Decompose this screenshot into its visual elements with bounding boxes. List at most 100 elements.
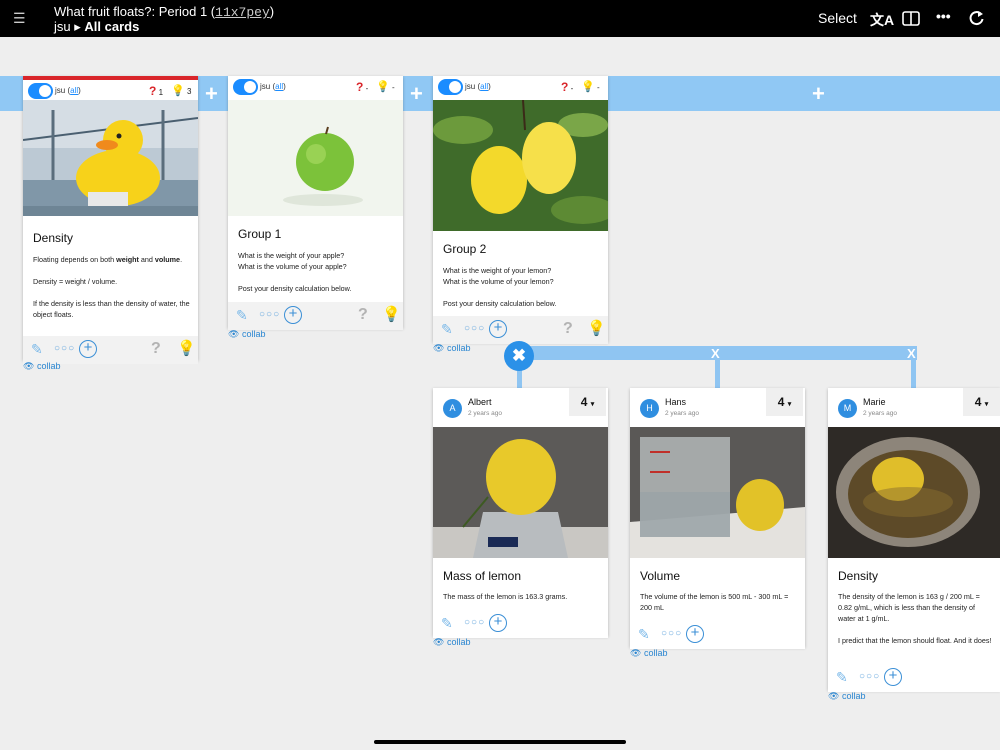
avatar: H: [640, 399, 659, 418]
all-link[interactable]: all: [70, 86, 78, 95]
lightbulb-icon: 💡: [581, 81, 595, 93]
response-card[interactable]: M Marie 2 years ago 4 ▾ Density The dens…: [828, 388, 1000, 692]
card-footer: ✎ ○○○ +: [433, 610, 608, 638]
pencil-icon[interactable]: ✎: [836, 669, 848, 686]
breadcrumb-user[interactable]: jsu: [54, 19, 71, 34]
question-icon[interactable]: ?: [151, 340, 161, 358]
card-body-line: Density = weight / volume.: [33, 277, 118, 286]
vote-selector[interactable]: 4 ▾: [766, 388, 803, 416]
pencil-icon[interactable]: ✎: [31, 341, 43, 358]
page-title: What fruit floats?: Period 1 (11x7pey): [54, 4, 275, 20]
question-icon: ?: [149, 84, 157, 98]
more-dots-icon[interactable]: ○○○: [661, 628, 682, 639]
card-body-line: What is the weight of your apple?: [238, 251, 345, 260]
card-image-lemon-scale: [433, 427, 608, 558]
hamburger-icon[interactable]: ☰: [13, 10, 26, 27]
prompt-card[interactable]: jsu (all) ? - 💡 - Group 2 What is the we…: [433, 76, 608, 344]
remove-link-x[interactable]: X: [907, 346, 916, 361]
card-body-line: Post your density calculation below.: [238, 284, 352, 293]
card-body-line: [33, 287, 190, 298]
remove-link-x[interactable]: X: [711, 346, 720, 361]
connector-drop: [911, 360, 916, 388]
home-indicator: [374, 740, 626, 744]
collab-link[interactable]: 👁 collab: [433, 637, 470, 648]
question-icon[interactable]: ?: [563, 320, 573, 338]
card-title: Density: [33, 231, 74, 245]
card-body-line: Post your density calculation below.: [443, 299, 557, 308]
breadcrumb: jsu ▸ All cards: [54, 19, 139, 35]
more-dots-icon[interactable]: ○○○: [464, 617, 485, 628]
question-icon: ?: [356, 80, 364, 94]
all-link[interactable]: all: [275, 82, 283, 91]
collab-link[interactable]: 👁 collab: [23, 361, 60, 372]
collab-link[interactable]: 👁 collab: [433, 343, 470, 354]
visibility-toggle[interactable]: [28, 83, 53, 99]
author-name: Albert: [468, 397, 492, 407]
add-response-icon[interactable]: +: [489, 320, 507, 338]
close-thread-button[interactable]: ✖: [504, 341, 534, 371]
card-body: What is the weight of your apple? What i…: [238, 250, 395, 294]
card-body-line: [838, 624, 992, 635]
all-link[interactable]: all: [480, 82, 488, 91]
card-header: jsu (all) ? - 💡 -: [433, 76, 608, 100]
vote-selector[interactable]: 4 ▾: [963, 388, 1000, 416]
more-dots-icon[interactable]: ○○○: [54, 343, 75, 354]
class-code-link[interactable]: 11x7pey: [215, 5, 270, 20]
more-dots-icon[interactable]: ○○○: [464, 323, 485, 334]
question-count: ? -: [356, 80, 369, 94]
add-response-icon[interactable]: +: [284, 306, 302, 324]
pencil-icon[interactable]: ✎: [441, 321, 453, 338]
visibility-toggle[interactable]: [438, 79, 463, 95]
card-title: Group 1: [238, 227, 282, 241]
author-name: Hans: [665, 397, 687, 407]
collab-link[interactable]: 👁 collab: [828, 691, 865, 702]
card-body-line: [33, 265, 190, 276]
card-body-line: What is the volume of your lemon?: [443, 277, 554, 286]
lightbulb-icon[interactable]: 💡: [382, 305, 401, 323]
lightbulb-icon[interactable]: 💡: [177, 339, 196, 357]
vote-selector[interactable]: 4 ▾: [569, 388, 606, 416]
pencil-icon[interactable]: ✎: [236, 307, 248, 324]
card-footer: ✎ ○○○ + ? 💡: [23, 336, 198, 364]
prompt-card[interactable]: jsu (all) ? - 💡 - Group 1 What is the we…: [228, 76, 403, 330]
more-dots-icon[interactable]: ○○○: [259, 309, 280, 320]
translate-icon[interactable]: 文A: [870, 10, 894, 30]
select-button[interactable]: Select: [818, 10, 857, 26]
card-body-line: [443, 287, 600, 298]
add-prompt-button[interactable]: +: [812, 83, 825, 105]
author-name: Marie: [863, 397, 886, 407]
card-body: The density of the lemon is 163 g / 200 …: [838, 591, 992, 646]
lightbulb-icon[interactable]: 💡: [587, 319, 606, 337]
question-icon[interactable]: ?: [358, 306, 368, 324]
add-response-icon[interactable]: +: [79, 340, 97, 358]
visibility-toggle[interactable]: [233, 79, 258, 95]
add-prompt-button[interactable]: +: [205, 83, 218, 105]
card-body-line: If the density is less than the density …: [33, 299, 190, 319]
card-footer: ✎ ○○○ + ? 💡: [433, 316, 608, 344]
pencil-icon[interactable]: ✎: [441, 615, 453, 632]
add-response-icon[interactable]: +: [489, 614, 507, 632]
card-footer: ✎ ○○○ +: [630, 621, 805, 649]
card-body-line: What is the weight of your lemon?: [443, 266, 552, 275]
bulb-count: 💡 3: [171, 85, 192, 97]
response-card[interactable]: A Albert 2 years ago 4 ▾ Mass of lemon T…: [433, 388, 608, 638]
card-body-line: [238, 272, 395, 283]
bulb-count: 💡 -: [581, 81, 600, 93]
bulb-count: 💡 -: [376, 81, 395, 93]
add-response-icon[interactable]: +: [686, 625, 704, 643]
add-response-icon[interactable]: +: [884, 668, 902, 686]
card-header: jsu (all) ? - 💡 -: [228, 76, 403, 100]
prompt-card[interactable]: jsu (all) ? 1 💡 3 Density Floating depen…: [23, 76, 198, 364]
more-dots-icon[interactable]: ○○○: [859, 671, 880, 682]
pencil-icon[interactable]: ✎: [638, 626, 650, 643]
split-view-icon[interactable]: [902, 11, 920, 26]
collab-link[interactable]: 👁 collab: [228, 329, 265, 340]
question-icon: ?: [561, 80, 569, 94]
refresh-icon[interactable]: [968, 10, 985, 27]
card-footer: ✎ ○○○ + ? 💡: [228, 302, 403, 330]
collab-link[interactable]: 👁 collab: [630, 648, 667, 659]
response-card[interactable]: H Hans 2 years ago 4 ▾ Volume The volume…: [630, 388, 805, 649]
connector-drop: [715, 360, 720, 388]
more-icon[interactable]: •••: [936, 8, 951, 24]
add-prompt-button[interactable]: +: [410, 83, 423, 105]
